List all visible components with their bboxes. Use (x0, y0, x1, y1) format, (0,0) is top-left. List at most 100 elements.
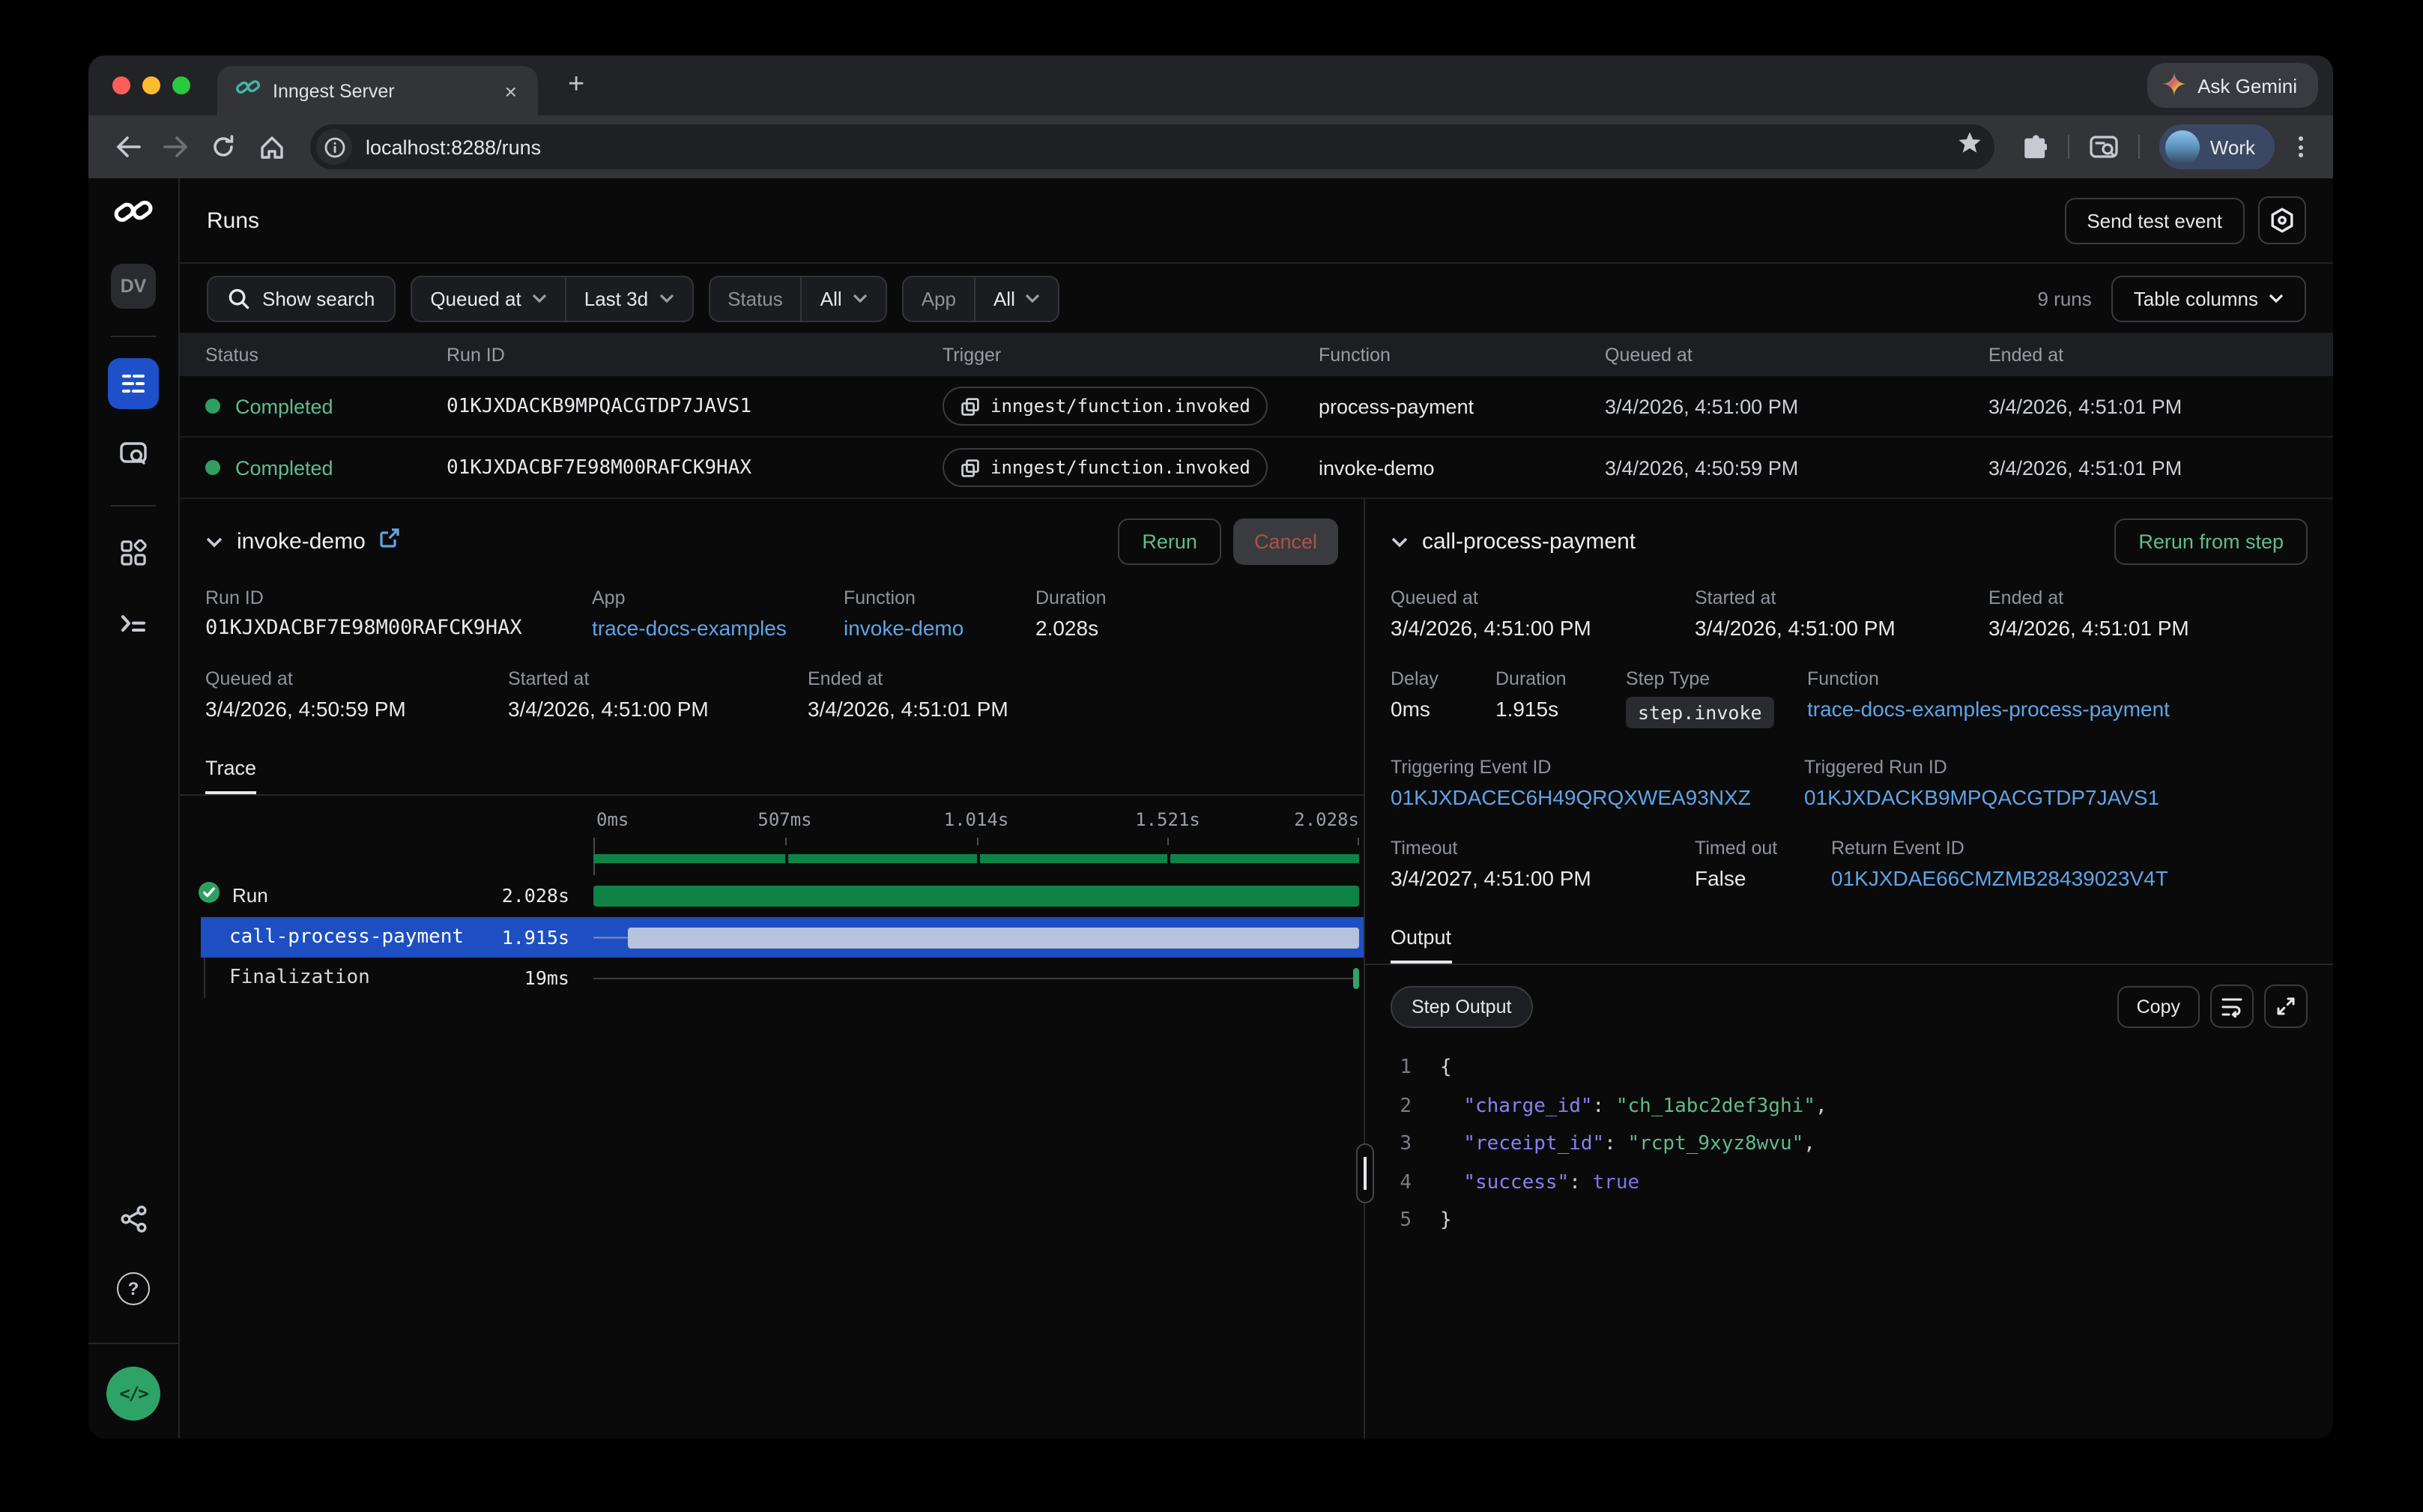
triggered-run-id-link[interactable]: 01KJXDACKB9MPQACGTDP7JAVS1 (1804, 785, 2159, 809)
status-dot (205, 399, 220, 414)
share-icon[interactable] (108, 1193, 159, 1244)
triggering-event-id-link[interactable]: 01KJXDACEC6H49QRQXWEA93NXZ (1391, 785, 1804, 809)
filter-bar: Show search Queued at Last 3d Stat (180, 264, 2333, 333)
tab-close-icon[interactable]: × (499, 77, 523, 104)
settings-gear-icon[interactable] (2258, 196, 2306, 244)
pane-resize-handle[interactable] (1356, 1143, 1374, 1203)
rerun-from-step-button[interactable]: Rerun from step (2114, 518, 2308, 565)
step-function-link[interactable]: trace-docs-examples-process-payment (1807, 697, 2170, 721)
trace-tabbar: Trace (180, 740, 1364, 796)
sidebar-divider (111, 505, 156, 506)
function-name: process-payment (1319, 395, 1605, 417)
app-filter: App All (902, 275, 1060, 321)
time-filter: Queued at Last 3d (411, 275, 693, 321)
table-row[interactable]: Completed 01KJXDACBF7E98M00RAFCK9HAX inn… (180, 438, 2333, 499)
field-queued-at: Queued at 3/4/2026, 4:51:00 PM (1391, 587, 1695, 640)
sidebar-item-events[interactable] (108, 429, 159, 480)
sidebar-item-apps[interactable] (108, 527, 159, 578)
status-filter-label: Status (710, 276, 801, 320)
completed-check-icon (198, 880, 220, 910)
show-search-button[interactable]: Show search (207, 275, 396, 321)
time-field-dropdown[interactable]: Queued at (412, 276, 564, 320)
time-range-dropdown[interactable]: Last 3d (565, 276, 692, 320)
field-step-function: Function trace-docs-examples-process-pay… (1807, 668, 2170, 728)
table-columns-button[interactable]: Table columns (2111, 275, 2306, 321)
step-output-pill[interactable]: Step Output (1391, 985, 1532, 1027)
collapse-chevron-icon[interactable] (205, 528, 223, 555)
collapse-chevron-icon[interactable] (1391, 528, 1409, 555)
app-link[interactable]: trace-docs-examples (592, 616, 844, 640)
sidebar-item-runs[interactable] (108, 358, 159, 409)
field-duration: Duration 2.028s (1035, 587, 1107, 640)
field-return-event-id: Return Event ID 01KJXDAE66CMZMB28439023V… (1831, 838, 2168, 890)
minimize-window-button[interactable] (142, 76, 160, 94)
copy-button[interactable]: Copy (2117, 985, 2200, 1027)
trace-row-step-selected[interactable]: call-process-payment 1.915s (201, 917, 1364, 958)
field-timeout: Timeout 3/4/2027, 4:51:00 PM (1391, 838, 1695, 890)
page-title: Runs (207, 208, 259, 233)
external-link-icon[interactable] (379, 527, 400, 556)
workspace-avatar[interactable]: DV (111, 264, 156, 309)
function-link[interactable]: invoke-demo (844, 616, 1035, 640)
browser-window: Inngest Server × + Ask Gemini (88, 55, 2333, 1439)
tab-title: Inngest Server (273, 80, 487, 101)
bookmark-star-icon[interactable] (1957, 130, 1982, 163)
send-test-event-button[interactable]: Send test event (2064, 197, 2245, 244)
reload-icon[interactable] (202, 126, 244, 168)
zoom-window-button[interactable] (172, 76, 190, 94)
status-filter-dropdown[interactable]: All (801, 276, 886, 320)
app-filter-dropdown[interactable]: All (974, 276, 1059, 320)
app-sidebar: DV ? (88, 178, 180, 1439)
function-name: invoke-demo (1319, 456, 1605, 479)
runs-table-header: Status Run ID Trigger Function Queued at… (180, 333, 2333, 376)
browser-tab[interactable]: Inngest Server × (217, 66, 538, 115)
trace-row-finalization[interactable]: Finalization 19ms (180, 958, 1364, 998)
forward-icon[interactable] (154, 126, 196, 168)
trigger-badge[interactable]: inngest/function.invoked (943, 387, 1268, 426)
window-controls (112, 76, 190, 94)
status-text: Completed (235, 456, 333, 479)
sidebar-item-dev-server[interactable] (108, 598, 159, 649)
dev-tools-button[interactable]: </> (106, 1367, 160, 1421)
home-icon[interactable] (250, 126, 292, 168)
field-queued-at: Queued at 3/4/2026, 4:50:59 PM (205, 668, 508, 721)
trace-bar-finalization[interactable] (1354, 967, 1360, 988)
new-tab-button[interactable]: + (559, 69, 593, 102)
table-row[interactable]: Completed 01KJXDACKB9MPQACGTDP7JAVS1 inn… (180, 376, 2333, 438)
ask-gemini-button[interactable]: Ask Gemini (2147, 63, 2318, 108)
trigger-badge[interactable]: inngest/function.invoked (943, 448, 1268, 487)
extensions-icon[interactable] (2012, 126, 2054, 168)
profile-chip[interactable]: Work (2159, 124, 2275, 169)
expand-icon[interactable] (2264, 985, 2308, 1028)
screen: Inngest Server × + Ask Gemini (0, 0, 2423, 1512)
tab-search-icon[interactable] (2083, 126, 2125, 168)
trace-row-run[interactable]: Run 2.028s (180, 875, 1364, 916)
ended-at: 3/4/2026, 4:51:01 PM (1988, 395, 2333, 417)
site-info-icon[interactable] (316, 129, 352, 165)
trace-bar-run[interactable] (593, 885, 1359, 906)
browser-toolbar: localhost:8288/runs Work (88, 115, 2333, 178)
word-wrap-icon[interactable] (2210, 985, 2254, 1028)
url-text[interactable]: localhost:8288/runs (366, 136, 1943, 158)
output-tabbar: Output (1365, 910, 2333, 965)
cancel-button[interactable]: Cancel (1233, 518, 1338, 565)
runs-count: 9 runs (2038, 287, 2092, 309)
browser-menu-icon[interactable] (2287, 127, 2315, 166)
detail-split: invoke-demo Rerun Cancel Run ID (180, 499, 2333, 1439)
inngest-app: DV ? (88, 178, 2333, 1439)
tab-output[interactable]: Output (1391, 926, 1451, 964)
help-icon[interactable]: ? (108, 1263, 159, 1314)
address-bar[interactable]: localhost:8288/runs (310, 124, 1994, 169)
rerun-button[interactable]: Rerun (1118, 518, 1221, 565)
queued-at: 3/4/2026, 4:50:59 PM (1605, 456, 1988, 479)
tab-trace[interactable]: Trace (205, 757, 256, 794)
run-id: 01KJXDACKB9MPQACGTDP7JAVS1 (447, 395, 943, 417)
trace-axis: 0ms 507ms 1.014s 1.521s 2.028s (593, 809, 1359, 875)
back-icon[interactable] (106, 126, 148, 168)
field-function: Function invoke-demo (844, 587, 1035, 640)
status-dot (205, 460, 220, 475)
return-event-id-link[interactable]: 01KJXDAE66CMZMB28439023V4T (1831, 866, 2168, 890)
close-window-button[interactable] (112, 76, 130, 94)
toolbar-divider (2068, 135, 2069, 159)
trace-bar-step[interactable] (628, 927, 1359, 948)
